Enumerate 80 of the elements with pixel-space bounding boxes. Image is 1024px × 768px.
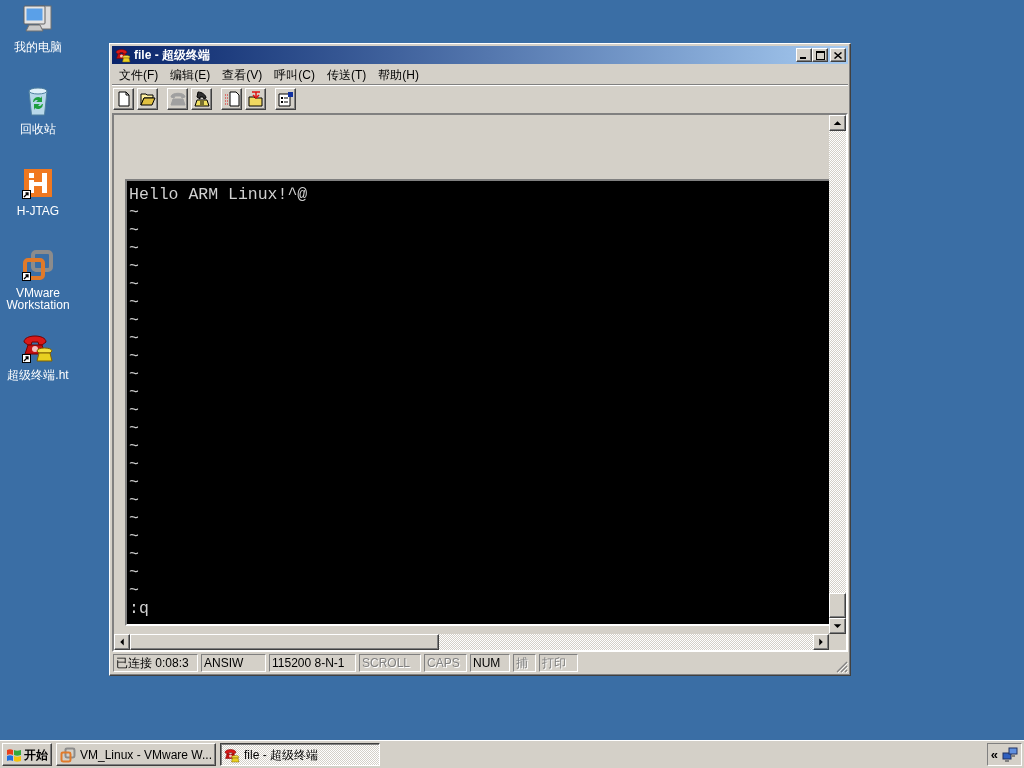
terminal-line: ~: [129, 455, 139, 474]
receive-button[interactable]: [245, 88, 266, 110]
disconnect-button[interactable]: [191, 88, 212, 110]
terminal-line: ~: [129, 239, 139, 258]
menu-item[interactable]: 文件(F): [113, 65, 165, 84]
desktop-icon-label[interactable]: H-JTAG: [0, 205, 76, 217]
scrollbar-thumb[interactable]: [130, 634, 439, 650]
menu-item[interactable]: 帮助(H): [372, 65, 425, 84]
status-panel: NUM: [470, 654, 510, 672]
menu-item[interactable]: 传送(T): [321, 65, 373, 84]
terminal-line: ~: [129, 437, 139, 456]
network-icon[interactable]: [1002, 746, 1018, 763]
status-panel: 打印: [539, 654, 578, 672]
close-button[interactable]: [830, 48, 846, 62]
status-panel: ANSIW: [201, 654, 266, 672]
open-button[interactable]: [137, 88, 158, 110]
open-folder-icon: [139, 91, 156, 107]
terminal-line: ~: [129, 203, 139, 222]
terminal-line: ~: [129, 311, 139, 330]
status-panel: CAPS: [424, 654, 467, 672]
block-logo-icon: [22, 167, 54, 199]
telephone-icon: [169, 91, 186, 107]
desktop-icon-label[interactable]: 超级终端.ht: [0, 369, 76, 381]
telephones-icon: [224, 746, 240, 763]
send-button[interactable]: [221, 88, 242, 110]
folder-arrow-icon: [247, 91, 264, 107]
terminal-line: ~: [129, 347, 139, 366]
resize-grip-icon[interactable]: [836, 661, 848, 673]
telephones-icon: [115, 47, 131, 63]
status-panel: 已连接 0:08:3: [113, 654, 198, 672]
terminal-line: ~: [129, 293, 139, 312]
terminal-line: ~: [129, 329, 139, 348]
scrollbar-thumb[interactable]: [829, 593, 846, 618]
terminal-line: ~: [129, 275, 139, 294]
new-button[interactable]: [113, 88, 134, 110]
overlapping-squares-icon: [22, 249, 54, 281]
maximize-icon: [815, 50, 825, 60]
desktop-icon-label[interactable]: 回收站: [0, 123, 76, 135]
windows-flag-icon: [6, 746, 22, 763]
terminal-line: ~: [129, 527, 139, 546]
taskbar-button[interactable]: file - 超级终端: [220, 743, 380, 766]
desktop-icon-label[interactable]: 我的电脑: [0, 41, 76, 53]
scroll-right-button[interactable]: [813, 634, 829, 650]
overlapping-squares-icon: [60, 746, 76, 763]
maximize-button[interactable]: [812, 48, 828, 62]
taskbar-button[interactable]: VM_Linux - VMware W...: [56, 743, 216, 766]
terminal-line: ~: [129, 401, 139, 420]
scroll-down-button[interactable]: [829, 618, 846, 634]
telephone-handset-icon: [193, 91, 210, 107]
terminal-line: ~: [129, 581, 139, 600]
terminal-line: ~: [129, 545, 139, 564]
terminal-line: Hello ARM Linux!^@: [129, 185, 308, 204]
status-panel: 捕: [513, 654, 536, 672]
start-button[interactable]: 开始: [2, 743, 52, 766]
dotted-page-icon: [223, 91, 240, 107]
terminal-line: ~: [129, 419, 139, 438]
window-title: file - 超级终端: [134, 47, 210, 64]
minimize-button[interactable]: [796, 48, 812, 62]
expand-button[interactable]: «: [990, 748, 998, 761]
terminal-line: ~: [129, 509, 139, 528]
menu-item[interactable]: 呼叫(C): [268, 65, 321, 84]
properties-button[interactable]: [275, 88, 296, 110]
close-icon: [834, 51, 842, 59]
terminal-line: ~: [129, 383, 139, 402]
scroll-left-button[interactable]: [114, 634, 130, 650]
terminal-line: ~: [129, 491, 139, 510]
properties-sheet-icon: [277, 91, 294, 107]
menu-item[interactable]: 查看(V): [216, 65, 269, 84]
command-line: :q: [129, 599, 149, 618]
menu-item[interactable]: 编辑(E): [164, 65, 217, 84]
status-panel: 115200 8-N-1: [269, 654, 356, 672]
terminal-line: ~: [129, 221, 139, 240]
terminal-line: ~: [129, 563, 139, 582]
desktop-icon-label[interactable]: VMware Workstation: [0, 287, 76, 311]
blank-page-icon: [115, 91, 132, 107]
terminal-line: ~: [129, 365, 139, 384]
scroll-up-button[interactable]: [829, 115, 846, 131]
terminal-line: ~: [129, 473, 139, 492]
status-panel: SCROLL: [359, 654, 421, 672]
terminal-line: ~: [129, 257, 139, 276]
